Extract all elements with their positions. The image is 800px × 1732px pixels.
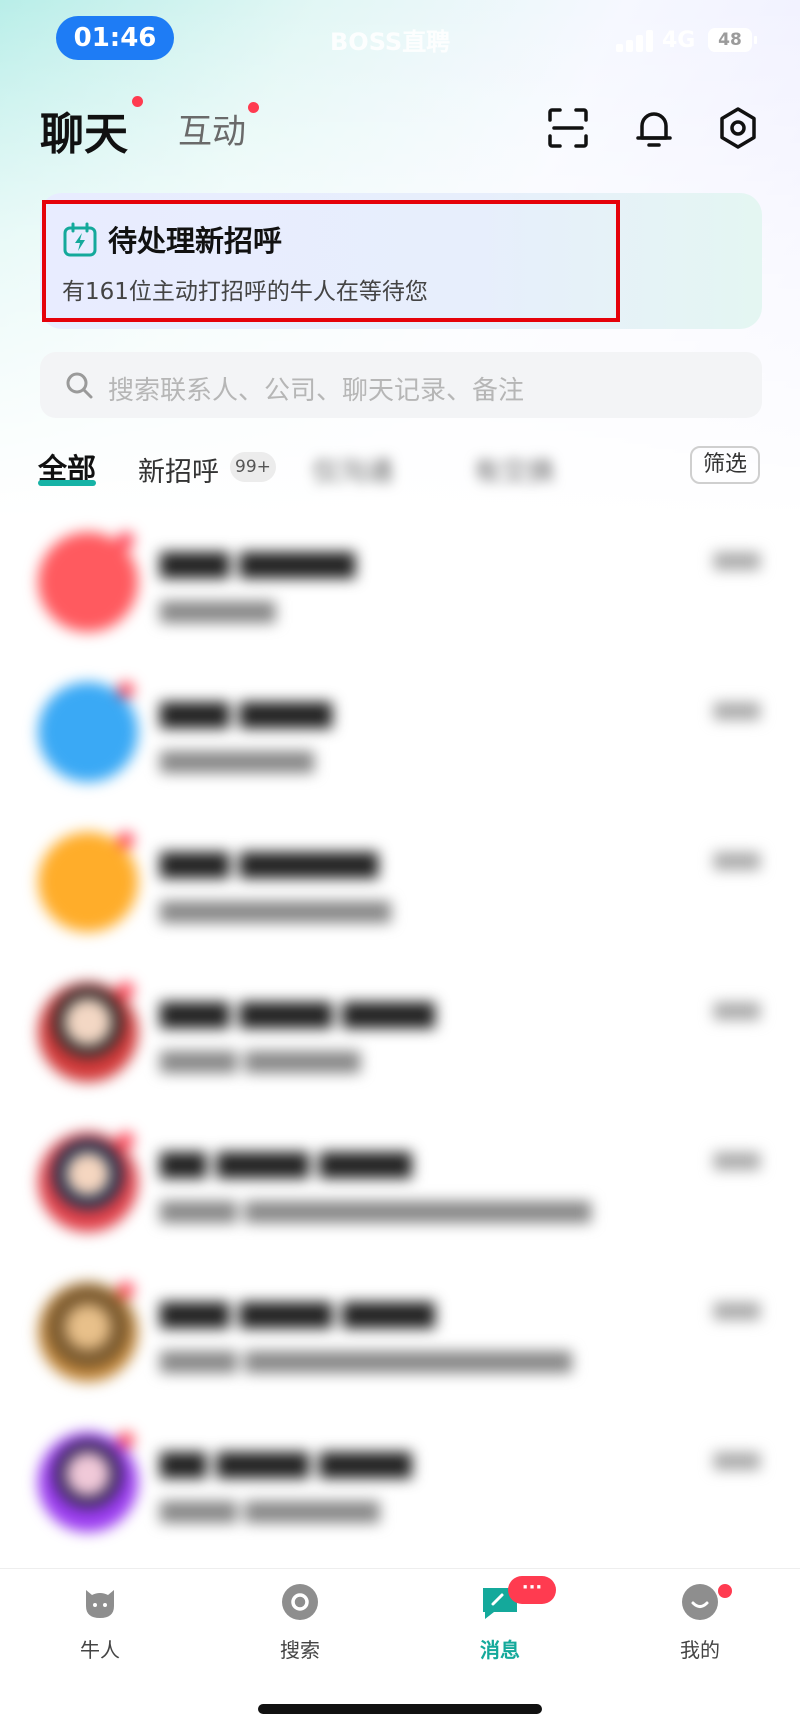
- signal-icon: [616, 30, 654, 52]
- tab-interaction[interactable]: 互动: [178, 104, 246, 153]
- list-item-title: ▆▆▆ ▆▆▆▆▆: [160, 544, 356, 579]
- home-indicator[interactable]: [258, 1704, 542, 1714]
- search-disc-icon: [282, 1584, 318, 1620]
- status-bar: 01:46 BOSS直聘 4G 48: [0, 0, 800, 80]
- messages-badge: ···: [508, 1576, 556, 1604]
- settings-icon[interactable]: [714, 104, 762, 152]
- list-item-title: ▆▆ ▆▆▆▆ ▆▆▆▆: [160, 1144, 412, 1179]
- scan-icon[interactable]: [544, 104, 592, 152]
- filter-active-underline: [38, 480, 96, 486]
- unread-dot: [118, 832, 134, 848]
- list-item[interactable]: ▆▆▆ ▆▆▆▆▆ ▆▆▆▆▆▆ ▆▆▆: [0, 508, 800, 658]
- tab-interaction-dot: [248, 102, 259, 113]
- list-item[interactable]: ▆▆▆ ▆▆▆▆ ▆▆▆▆ ▆▆▆▆ ▆▆▆▆▆▆▆▆▆▆▆▆▆▆▆▆▆ ▆▆▆: [0, 1258, 800, 1408]
- list-item-time: ▆▆▆: [713, 846, 760, 870]
- list-item-title: ▆▆▆ ▆▆▆▆ ▆▆▆▆: [160, 994, 435, 1029]
- list-item-title: ▆▆▆ ▆▆▆▆ ▆▆▆▆: [160, 1294, 435, 1329]
- cat-face-icon: [86, 1590, 114, 1618]
- list-item-time: ▆▆▆: [713, 1146, 760, 1170]
- list-item[interactable]: ▆▆▆ ▆▆▆▆ ▆▆▆▆ ▆▆▆▆ ▆▆▆▆▆▆ ▆▆▆: [0, 958, 800, 1108]
- filter-button[interactable]: 筛选: [690, 446, 760, 484]
- nav-label: 我的: [680, 1638, 720, 1662]
- new-greetings-badge: 99+: [230, 452, 276, 482]
- list-item-title: ▆▆▆ ▆▆▆▆▆▆: [160, 844, 379, 879]
- tab-chat-dot: [132, 96, 143, 107]
- list-item-time: ▆▆▆: [713, 696, 760, 720]
- list-item-time: ▆▆▆: [713, 546, 760, 570]
- nav-label: 牛人: [80, 1638, 120, 1662]
- unread-dot: [118, 1132, 134, 1148]
- me-unread-dot: [716, 1582, 734, 1600]
- unread-dot: [118, 1432, 134, 1448]
- list-item[interactable]: ▆▆▆ ▆▆▆▆▆▆ ▆▆▆▆▆▆▆▆▆▆▆▆ ▆▆▆: [0, 808, 800, 958]
- network-type: 4G: [662, 28, 696, 53]
- list-item-title: ▆▆ ▆▆▆▆ ▆▆▆▆: [160, 1444, 412, 1479]
- list-item-preview: ▆▆▆▆ ▆▆▆▆▆▆▆: [160, 1494, 380, 1523]
- list-item[interactable]: ▆▆▆ ▆▆▆▆ ▆▆▆▆▆▆▆▆ ▆▆▆: [0, 658, 800, 808]
- list-item-title: ▆▆▆ ▆▆▆▆: [160, 694, 332, 729]
- list-item-time: ▆▆▆: [713, 1446, 760, 1470]
- nav-item-talent[interactable]: 牛人: [40, 1582, 160, 1663]
- unread-dot: [118, 982, 134, 998]
- unread-dot: [118, 682, 134, 698]
- highlight-box: [42, 200, 620, 322]
- filter-blurred-2[interactable]: 有交换: [474, 450, 555, 489]
- list-item-preview: ▆▆▆▆▆▆▆▆: [160, 744, 314, 773]
- smile-face-icon: [682, 1584, 718, 1620]
- unread-dot: [118, 532, 134, 548]
- nav-label: 消息: [480, 1638, 520, 1662]
- search-icon: [66, 372, 93, 399]
- carrier-label: BOSS直聘: [330, 28, 451, 56]
- filter-blurred-1[interactable]: 仅沟通: [312, 450, 393, 489]
- list-item[interactable]: ▆▆ ▆▆▆▆ ▆▆▆▆ ▆▆▆▆ ▆▆▆▆▆▆▆▆▆▆▆▆▆▆▆▆▆▆ ▆▆▆: [0, 1108, 800, 1258]
- status-time: 01:46: [56, 16, 174, 60]
- list-item-preview: ▆▆▆▆ ▆▆▆▆▆▆▆▆▆▆▆▆▆▆▆▆▆: [160, 1344, 572, 1373]
- battery-icon: 48: [708, 28, 757, 52]
- filter-new-greetings[interactable]: 新招呼: [138, 450, 219, 489]
- list-item-time: ▆▆▆: [713, 1296, 760, 1320]
- nav-item-me[interactable]: 我的: [640, 1582, 760, 1663]
- list-item-preview: ▆▆▆▆ ▆▆▆▆▆▆▆▆▆▆▆▆▆▆▆▆▆▆: [160, 1194, 591, 1223]
- list-item-preview: ▆▆▆▆▆▆▆▆▆▆▆▆: [160, 894, 391, 923]
- list-item-preview: ▆▆▆▆ ▆▆▆▆▆▆: [160, 1044, 361, 1073]
- list-item-preview: ▆▆▆▆▆▆: [160, 594, 276, 623]
- nav-label: 搜索: [280, 1638, 320, 1662]
- unread-dot: [118, 1282, 134, 1298]
- nav-item-search[interactable]: 搜索: [240, 1582, 360, 1663]
- list-item-time: ▆▆▆: [713, 996, 760, 1020]
- list-item[interactable]: ▆▆ ▆▆▆▆ ▆▆▆▆ ▆▆▆▆ ▆▆▆▆▆▆▆ ▆▆▆: [0, 1408, 800, 1558]
- bell-icon[interactable]: [630, 104, 678, 152]
- search-placeholder: 搜索联系人、公司、聊天记录、备注: [108, 376, 525, 406]
- tab-chat[interactable]: 聊天: [40, 98, 128, 162]
